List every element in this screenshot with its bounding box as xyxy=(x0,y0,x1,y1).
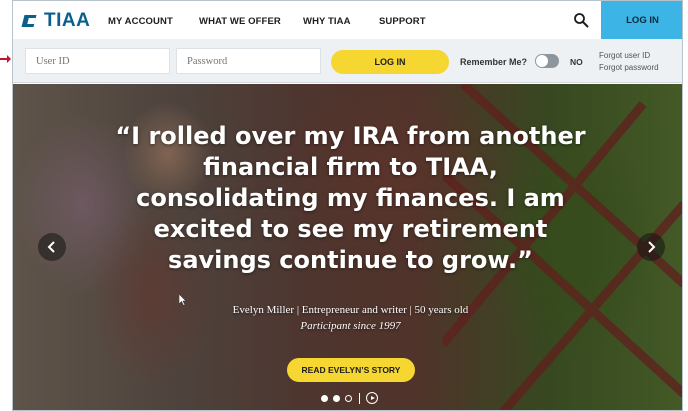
annotation-arrow xyxy=(0,55,11,63)
hero-carousel: “I rolled over my IRA from another finan… xyxy=(13,84,682,410)
nav-my-account[interactable]: MY ACCOUNT xyxy=(108,16,173,27)
remember-me-state: NO xyxy=(570,57,583,67)
nav-support[interactable]: SUPPORT xyxy=(379,16,426,27)
read-story-button[interactable]: READ EVELYN’S STORY xyxy=(287,358,415,382)
remember-me-toggle[interactable] xyxy=(535,54,559,68)
user-id-input[interactable] xyxy=(25,48,170,74)
hero-quote: “I rolled over my IRA from another finan… xyxy=(115,122,586,274)
top-navigation: TIAA MY ACCOUNT WHAT WE OFFER WHY TIAA S… xyxy=(13,1,682,39)
mouse-cursor-icon xyxy=(179,294,187,306)
carousel-dot-3[interactable] xyxy=(345,394,352,402)
password-input[interactable] xyxy=(176,48,321,74)
tiaa-logo[interactable]: TIAA xyxy=(21,10,91,32)
carousel-prev-button[interactable] xyxy=(38,233,66,261)
nav-why-tiaa[interactable]: WHY TIAA xyxy=(303,16,351,27)
browser-frame: TIAA MY ACCOUNT WHAT WE OFFER WHY TIAA S… xyxy=(12,0,683,411)
login-button[interactable]: LOG IN xyxy=(331,50,449,74)
carousel-indicators xyxy=(321,392,378,404)
header-login-button[interactable]: LOG IN xyxy=(601,1,682,39)
hero-participant-since: Participant since 1997 xyxy=(300,320,401,332)
forgot-user-id-link[interactable]: Forgot user ID xyxy=(599,51,650,60)
login-bar: LOG IN Remember Me? NO Forgot user ID Fo… xyxy=(13,39,682,83)
toggle-knob xyxy=(536,55,548,67)
play-icon[interactable] xyxy=(366,392,378,404)
forgot-password-link[interactable]: Forgot password xyxy=(599,63,659,72)
carousel-dot-2[interactable] xyxy=(333,394,340,402)
tiaa-logo-icon xyxy=(21,12,41,30)
search-icon[interactable] xyxy=(573,12,589,28)
remember-me-label: Remember Me? xyxy=(460,57,528,67)
nav-what-we-offer[interactable]: WHAT WE OFFER xyxy=(199,16,281,27)
chevron-left-icon xyxy=(47,241,55,253)
logo-text: TIAA xyxy=(44,10,91,31)
carousel-dot-1[interactable] xyxy=(321,394,328,402)
carousel-next-button[interactable] xyxy=(637,233,665,261)
chevron-right-icon xyxy=(648,241,656,253)
indicator-divider xyxy=(359,392,360,404)
